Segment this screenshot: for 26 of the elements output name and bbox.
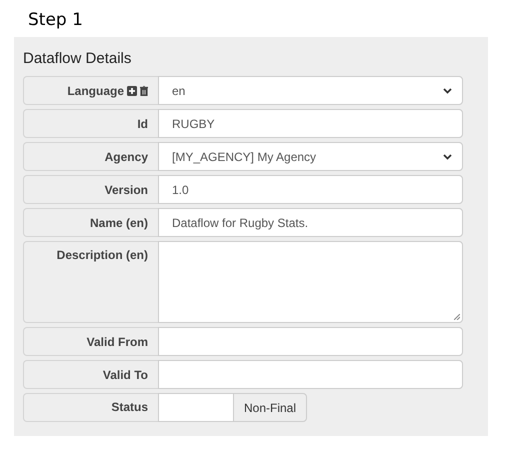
step-title: Step 1	[28, 10, 83, 31]
resize-grip-icon[interactable]	[454, 314, 460, 320]
input-field[interactable]	[158, 360, 463, 389]
field-label: Agency	[104, 150, 148, 164]
add-icon[interactable]	[127, 86, 137, 96]
select-field[interactable]: [MY_AGENCY] My Agency	[158, 142, 463, 171]
input-field[interactable]: 1.0	[158, 175, 463, 204]
panel-title: Dataflow Details	[23, 49, 132, 69]
input-field[interactable]	[158, 393, 233, 422]
input-field[interactable]	[158, 327, 463, 356]
chevron-down-icon	[443, 154, 452, 160]
text-area[interactable]	[158, 241, 463, 323]
field-label: Status	[111, 400, 148, 414]
chevron-down-icon	[443, 88, 452, 94]
input-field[interactable]: Dataflow for Rugby Stats.	[158, 208, 463, 237]
field-label: Language	[67, 84, 124, 98]
select-field[interactable]: en	[158, 76, 463, 105]
field-label: Version	[104, 182, 148, 196]
field-label: Valid To	[102, 368, 148, 382]
field-label: Id	[137, 116, 148, 130]
input-field[interactable]: RUGBY	[158, 109, 463, 138]
field-label: Description (en)	[56, 248, 148, 262]
field-label: Valid From	[86, 334, 148, 348]
field-label: Name (en)	[90, 216, 148, 230]
trash-icon[interactable]	[140, 86, 148, 96]
status-button[interactable]: Non-Final	[233, 393, 307, 422]
